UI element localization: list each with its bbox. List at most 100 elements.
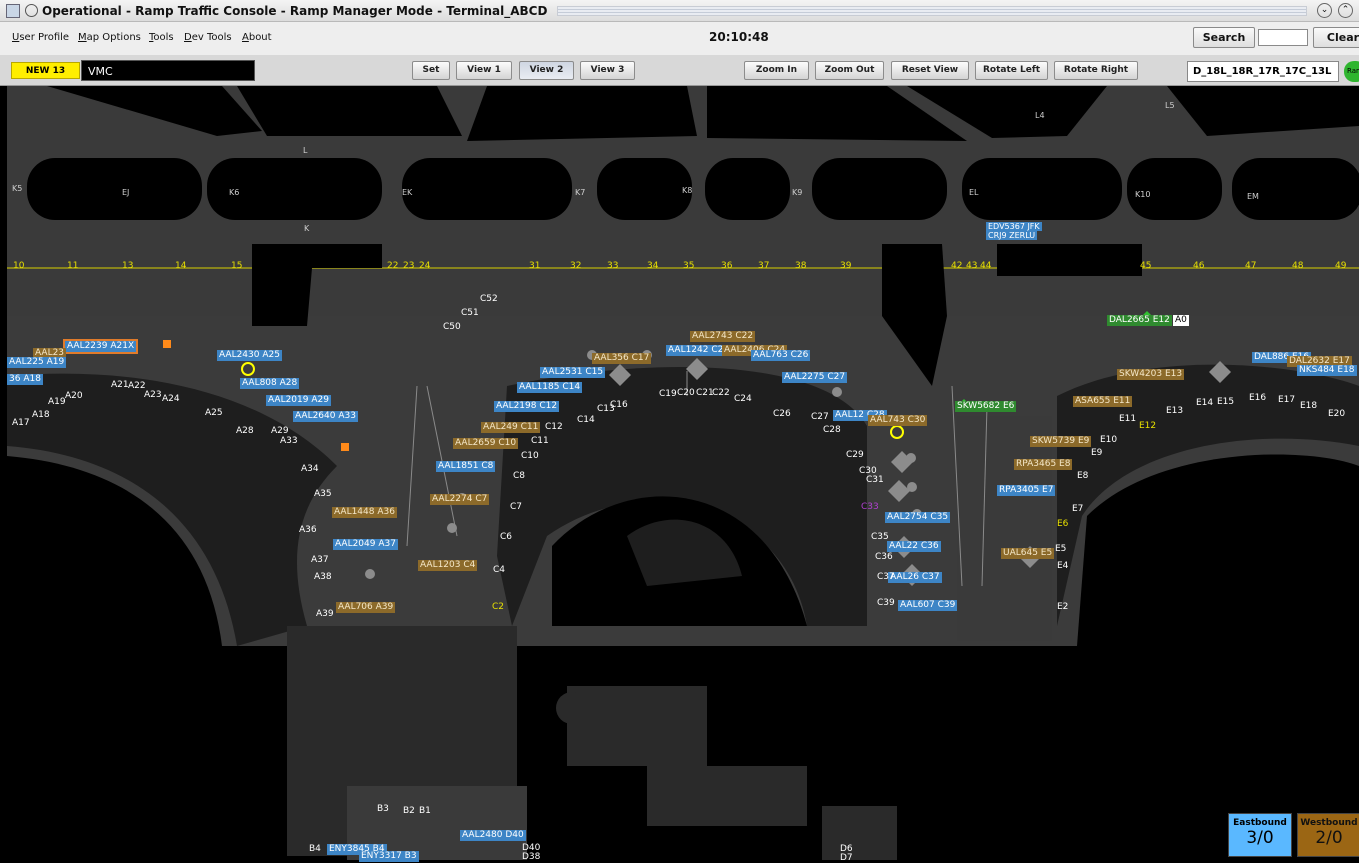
flight-tag[interactable]: AAL763 C26 bbox=[751, 350, 811, 361]
flight-tag[interactable]: AAL356 C17 bbox=[592, 353, 652, 364]
gate-label: C33 bbox=[861, 502, 879, 512]
flight-tag[interactable]: AAL808 A28 bbox=[240, 378, 300, 389]
search-button[interactable]: Search bbox=[1193, 27, 1255, 48]
gate-label: E8 bbox=[1077, 471, 1089, 481]
gate-label: C6 bbox=[500, 532, 513, 542]
eastbound-counter[interactable]: Eastbound 3/0 bbox=[1228, 813, 1292, 857]
flight-tag[interactable]: SKW5682 E6 bbox=[955, 401, 1017, 412]
view-1-button[interactable]: View 1 bbox=[456, 61, 512, 80]
flight-tag[interactable]: AAL26 C37 bbox=[888, 572, 942, 583]
gate-label: A23 bbox=[144, 390, 162, 400]
runway-mark: 42 bbox=[951, 261, 963, 271]
view-2-button[interactable]: View 2 bbox=[519, 61, 574, 80]
arrival-flight-line1[interactable]: EDV5367 JFK bbox=[986, 222, 1042, 231]
runway-mark: 14 bbox=[175, 261, 187, 271]
arrival-flight-line2[interactable]: CRJ9 ZERLU bbox=[986, 231, 1038, 240]
flight-tag[interactable]: RPA3405 E7 bbox=[997, 485, 1056, 496]
eastbound-value: 3/0 bbox=[1246, 828, 1274, 848]
flight-tag[interactable]: AAL22 C36 bbox=[887, 541, 941, 552]
gate-label: C22 bbox=[712, 388, 730, 398]
menu-map-options[interactable]: Map Options bbox=[78, 32, 141, 43]
flight-tag[interactable]: AAL2659 C10 bbox=[453, 438, 519, 449]
flight-tag[interactable]: AAL2743 C22 bbox=[690, 331, 756, 342]
runway-mark: 37 bbox=[758, 261, 770, 271]
runway-config-field[interactable]: D_18L_18R_17R_17C_13L bbox=[1187, 61, 1339, 82]
flight-tag[interactable]: AAL1185 C14 bbox=[517, 382, 583, 393]
flight-tag[interactable]: SKW5739 E9 bbox=[1030, 436, 1092, 447]
flight-tag[interactable]: AAL2019 A29 bbox=[266, 395, 331, 406]
flight-tag[interactable]: AAL607 C39 bbox=[898, 600, 958, 611]
view-3-button[interactable]: View 3 bbox=[580, 61, 635, 80]
gate-label: A17 bbox=[12, 418, 30, 428]
runway-mark: 43 bbox=[966, 261, 978, 271]
gate-label: E12 bbox=[1139, 421, 1157, 431]
menu-dev-tools[interactable]: Dev Tools bbox=[184, 32, 232, 43]
gate-label: C7 bbox=[510, 502, 523, 512]
gate-label: C27 bbox=[811, 412, 829, 422]
gate-label: A36 bbox=[299, 525, 317, 535]
flight-tag[interactable]: ASA655 E11 bbox=[1073, 396, 1133, 407]
flight-tag[interactable]: AAL2275 C27 bbox=[782, 372, 848, 383]
small-white-label: A0 bbox=[1173, 315, 1189, 326]
flight-tag[interactable]: RPA3465 E8 bbox=[1014, 459, 1073, 470]
flight-tag[interactable]: AAL2531 C15 bbox=[540, 367, 606, 378]
runway-mark: 49 bbox=[1335, 261, 1347, 271]
set-button[interactable]: Set bbox=[412, 61, 450, 80]
gate-label: B4 bbox=[309, 844, 321, 854]
flight-tag[interactable]: AAL2198 C12 bbox=[494, 401, 560, 412]
flight-tag[interactable]: AAL743 C30 bbox=[868, 415, 928, 426]
flight-tag[interactable]: SKW4203 E13 bbox=[1117, 369, 1185, 380]
flight-tag[interactable]: 36 A18 bbox=[7, 374, 43, 385]
taxiway-label: K7 bbox=[575, 188, 586, 197]
rotate-right-button[interactable]: Rotate Right bbox=[1054, 61, 1138, 80]
menu-about[interactable]: About bbox=[242, 32, 272, 43]
clear-button[interactable]: Clear bbox=[1313, 27, 1359, 48]
runway-mark: 31 bbox=[529, 261, 541, 271]
flight-tag[interactable]: AAL1203 C4 bbox=[418, 560, 478, 571]
gate-label: E20 bbox=[1328, 409, 1346, 419]
flight-tag[interactable]: AAL706 A39 bbox=[336, 602, 396, 613]
gate-label: E17 bbox=[1278, 395, 1296, 405]
flight-tag[interactable]: AAL2274 C7 bbox=[430, 494, 490, 505]
airport-map-graphics[interactable] bbox=[7, 86, 1359, 860]
flight-tag[interactable]: AAL1448 A36 bbox=[332, 507, 397, 518]
flight-tag[interactable]: AAL249 C11 bbox=[481, 422, 541, 433]
reset-view-button[interactable]: Reset View bbox=[891, 61, 969, 80]
westbound-value: 2/0 bbox=[1315, 828, 1343, 848]
runway-mark: 44 bbox=[980, 261, 992, 271]
search-input[interactable] bbox=[1258, 29, 1308, 46]
zoom-in-button[interactable]: Zoom In bbox=[744, 61, 809, 80]
flight-tag[interactable]: AAL2049 A37 bbox=[333, 539, 398, 550]
flight-tag[interactable]: AAL2640 A33 bbox=[293, 411, 358, 422]
flight-tag[interactable]: AAL2480 D40 bbox=[460, 830, 526, 841]
menu-user-profile[interactable]: User Profile bbox=[12, 32, 69, 43]
gate-label: E15 bbox=[1217, 397, 1235, 407]
title-bar-grip[interactable] bbox=[557, 5, 1307, 16]
runway-mark: 32 bbox=[570, 261, 582, 271]
flight-tag[interactable]: AAL225 A19 bbox=[7, 357, 67, 368]
new-count-badge[interactable]: NEW 13 bbox=[11, 62, 80, 79]
flight-tag[interactable]: NKS484 E18 bbox=[1297, 365, 1357, 376]
flight-tag[interactable]: UAL645 E5 bbox=[1001, 548, 1055, 559]
gate-label: C8 bbox=[513, 471, 526, 481]
flight-tag[interactable]: DAL2665 E12 bbox=[1107, 315, 1172, 326]
window-menu-icon[interactable] bbox=[25, 4, 38, 17]
taxiway-label: L bbox=[303, 146, 308, 155]
flight-tag[interactable]: AAL2430 A25 bbox=[217, 350, 282, 361]
taxiway-label: EM bbox=[1247, 192, 1259, 201]
ramp-map[interactable]: K5 EJ K6 EK K7 K8 K9 EL K10 EM L K L4 L5… bbox=[7, 86, 1359, 863]
westbound-counter[interactable]: Westbound 2/0 bbox=[1297, 813, 1359, 857]
flight-tag[interactable]: AAL2239 A21X bbox=[62, 339, 139, 354]
zoom-out-button[interactable]: Zoom Out bbox=[815, 61, 884, 80]
maximize-icon[interactable]: ⌃ bbox=[1338, 3, 1353, 18]
runway-mark: 33 bbox=[607, 261, 619, 271]
minimize-icon[interactable]: ⌄ bbox=[1317, 3, 1332, 18]
menu-tools[interactable]: Tools bbox=[149, 32, 174, 43]
taxiway-label: K bbox=[304, 224, 310, 233]
flight-tag[interactable]: ENY3317 B3 bbox=[359, 851, 419, 862]
rotate-left-button[interactable]: Rotate Left bbox=[975, 61, 1048, 80]
flight-tag[interactable]: AAL1851 C8 bbox=[436, 461, 496, 472]
gate-label: A20 bbox=[65, 391, 83, 401]
weather-condition-field: VMC bbox=[81, 60, 255, 81]
flight-tag[interactable]: AAL2754 C35 bbox=[885, 512, 951, 523]
